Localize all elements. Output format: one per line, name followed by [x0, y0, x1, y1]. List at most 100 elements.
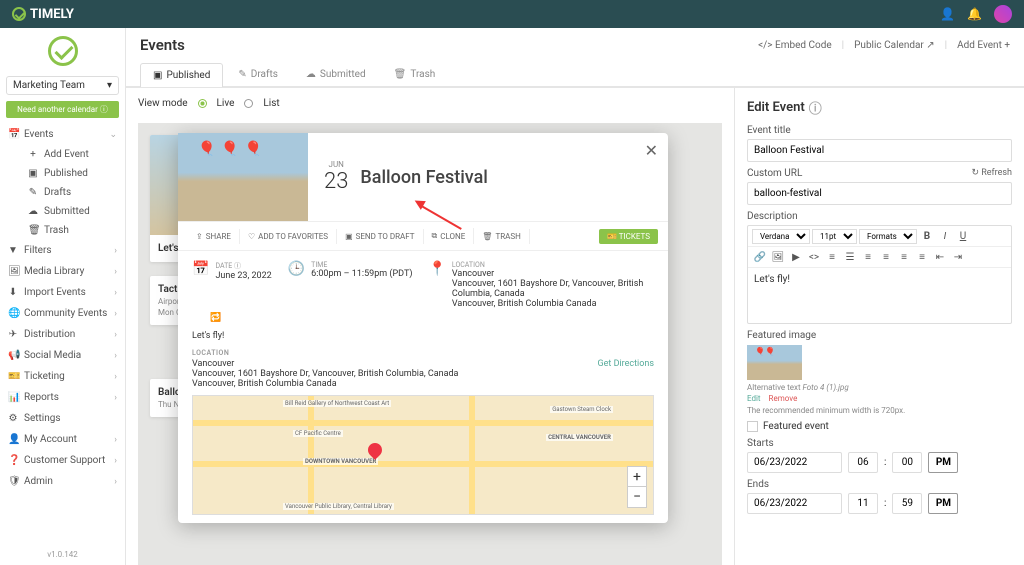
- nav-media-library[interactable]: 🖼Media Library›: [0, 261, 125, 282]
- tab-published[interactable]: ▣Published: [140, 63, 223, 87]
- align-center-button[interactable]: ≡: [878, 249, 894, 265]
- featured-event-checkbox[interactable]: [747, 421, 758, 432]
- share-button[interactable]: ⇪SHARE: [188, 229, 240, 244]
- image-button[interactable]: 🖼: [770, 249, 786, 265]
- avatar[interactable]: [994, 5, 1012, 23]
- logo-check-icon: [48, 36, 78, 66]
- start-minute-input[interactable]: [892, 452, 922, 473]
- chevron-right-icon: ›: [114, 330, 117, 340]
- start-hour-input[interactable]: [848, 452, 878, 473]
- nav-community-events[interactable]: 🌐Community Events›: [0, 303, 125, 324]
- close-icon[interactable]: ✕: [645, 141, 658, 160]
- title-label: Event title: [747, 125, 1012, 136]
- refresh-button[interactable]: ↻ Refresh: [971, 168, 1012, 179]
- tab-trash[interactable]: 🗑Trash: [381, 62, 449, 86]
- italic-button[interactable]: I: [937, 228, 953, 244]
- end-date-input[interactable]: [747, 493, 842, 514]
- code-button[interactable]: <>: [806, 249, 822, 265]
- nav: 📅Events⌄ +Add Event ▣Published ✎Drafts ☁…: [0, 124, 125, 544]
- download-icon: ⬇: [8, 287, 18, 298]
- nav-customer-support[interactable]: ❓Customer Support›: [0, 450, 125, 471]
- edit-panel: Edit Eventⓘ Event title Custom URL↻ Refr…: [734, 88, 1024, 565]
- nav-my-account[interactable]: 👤My Account›: [0, 429, 125, 450]
- nav-settings[interactable]: ⚙Settings: [0, 408, 125, 429]
- zoom-out-button[interactable]: −: [628, 487, 646, 507]
- nav-social-media[interactable]: 📢Social Media›: [0, 345, 125, 366]
- remove-image-link[interactable]: Remove: [769, 394, 798, 403]
- need-calendar-button[interactable]: Need another calendar ⓘ: [6, 101, 119, 118]
- number-list-button[interactable]: ☰: [842, 249, 858, 265]
- title-input[interactable]: [747, 139, 1012, 162]
- trash-icon: 🗑: [482, 232, 492, 241]
- chevron-right-icon: ›: [114, 477, 117, 487]
- nav-filters[interactable]: ▼Filters›: [0, 240, 125, 261]
- chevron-right-icon: ›: [114, 372, 117, 382]
- nav-submitted[interactable]: ☁Submitted: [20, 202, 125, 221]
- radio-list[interactable]: [244, 99, 253, 108]
- public-calendar-link[interactable]: Public Calendar ↗: [854, 40, 935, 51]
- start-ampm-toggle[interactable]: [928, 452, 958, 473]
- nav-admin[interactable]: 🛡Admin›: [0, 471, 125, 492]
- chevron-right-icon: ›: [114, 246, 117, 256]
- send-draft-button[interactable]: ▣SEND TO DRAFT: [337, 229, 423, 244]
- send-icon: ✈: [8, 329, 18, 340]
- event-info-row: 📅DATE ⓘJune 23, 2022 🕒TIME6:00pm – 11:59…: [178, 251, 668, 319]
- video-button[interactable]: ▶: [788, 249, 804, 265]
- font-size-select[interactable]: 11pt: [812, 229, 857, 244]
- edit-panel-title: Edit Eventⓘ: [747, 98, 1012, 117]
- add-event-link[interactable]: Add Event +: [957, 40, 1010, 51]
- edit-image-link[interactable]: Edit: [747, 394, 761, 403]
- embed-code-link[interactable]: </> Embed Code: [758, 40, 832, 51]
- link-button[interactable]: 🔗: [752, 249, 768, 265]
- underline-button[interactable]: U: [955, 228, 971, 244]
- end-hour-input[interactable]: [848, 493, 878, 514]
- featured-image-label: Featured image: [747, 330, 1012, 341]
- nav-add-event[interactable]: +Add Event: [20, 145, 125, 164]
- description-textarea[interactable]: Let's fly!: [748, 268, 1011, 323]
- nav-published[interactable]: ▣Published: [20, 164, 125, 183]
- tab-drafts[interactable]: ✎Drafts: [225, 62, 291, 86]
- tab-submitted[interactable]: ☁Submitted: [293, 62, 379, 86]
- trash-button[interactable]: 🗑TRASH: [474, 229, 530, 244]
- chevron-right-icon: ›: [114, 435, 117, 445]
- tickets-button[interactable]: 🎫 TICKETS: [599, 229, 658, 244]
- bell-icon[interactable]: 🔔: [967, 7, 982, 21]
- get-directions-link[interactable]: Get Directions: [597, 359, 654, 369]
- favorite-button[interactable]: ♡ADD TO FAVORITES: [240, 229, 337, 244]
- event-title: Balloon Festival: [360, 167, 487, 188]
- nav-events[interactable]: 📅Events⌄: [0, 124, 125, 145]
- bullet-list-button[interactable]: ≡: [824, 249, 840, 265]
- clone-button[interactable]: ⧉CLONE: [424, 228, 475, 244]
- version-label: v1.0.142: [0, 544, 125, 565]
- url-input[interactable]: [747, 182, 1012, 205]
- trash-icon: 🗑: [394, 69, 407, 80]
- nav-trash[interactable]: 🗑Trash: [20, 221, 125, 240]
- start-date-input[interactable]: [747, 452, 842, 473]
- doc-icon: ▣: [153, 70, 162, 81]
- end-ampm-toggle[interactable]: [928, 493, 958, 514]
- location-map[interactable]: Bill Reid Gallery of Northwest Coast Art…: [192, 395, 654, 515]
- nav-ticketing[interactable]: 🎫Ticketing›: [0, 366, 125, 387]
- nav-drafts[interactable]: ✎Drafts: [20, 183, 125, 202]
- indent-button[interactable]: ⇥: [950, 249, 966, 265]
- end-minute-input[interactable]: [892, 493, 922, 514]
- info-icon[interactable]: ⓘ: [809, 98, 822, 117]
- nav-reports[interactable]: 📊Reports›: [0, 387, 125, 408]
- nav-import-events[interactable]: ⬇Import Events›: [0, 282, 125, 303]
- team-selector[interactable]: Marketing Team ▾: [6, 76, 119, 95]
- align-left-button[interactable]: ≡: [860, 249, 876, 265]
- chevron-right-icon: ›: [114, 393, 117, 403]
- align-justify-button[interactable]: ≡: [914, 249, 930, 265]
- formats-select[interactable]: Formats: [859, 229, 917, 244]
- nav-distribution[interactable]: ✈Distribution›: [0, 324, 125, 345]
- font-family-select[interactable]: Verdana: [752, 229, 810, 244]
- radio-live[interactable]: [198, 99, 207, 108]
- zoom-in-button[interactable]: +: [628, 467, 646, 487]
- align-right-button[interactable]: ≡: [896, 249, 912, 265]
- event-hero-image: [178, 133, 308, 221]
- outdent-button[interactable]: ⇤: [932, 249, 948, 265]
- featured-image-thumb[interactable]: [747, 345, 802, 380]
- user-icon[interactable]: 👤: [940, 7, 955, 21]
- bold-button[interactable]: B: [919, 228, 935, 244]
- chevron-right-icon: ›: [114, 351, 117, 361]
